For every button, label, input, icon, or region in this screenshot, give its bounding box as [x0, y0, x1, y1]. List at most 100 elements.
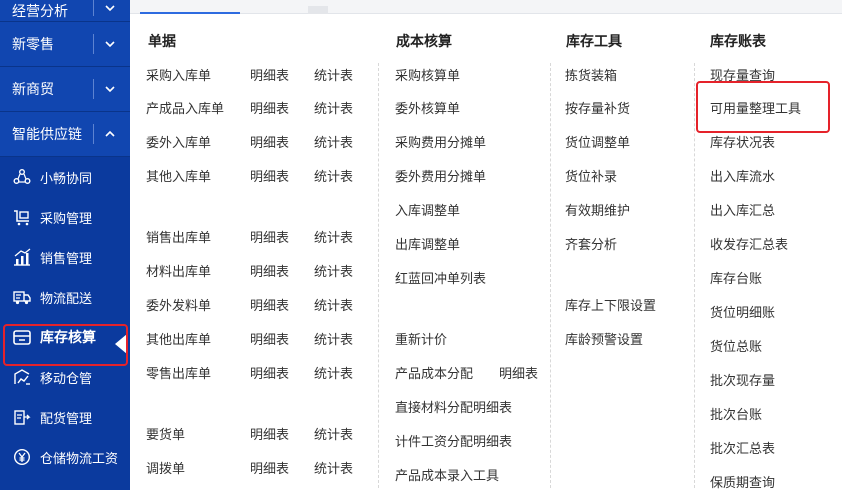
link-location-general-ledger[interactable]: 货位总账	[710, 336, 762, 355]
cart-icon	[12, 207, 32, 227]
link-transfer[interactable]: 调拨单	[146, 458, 185, 477]
link-transfer-stats[interactable]: 统计表	[314, 458, 353, 477]
link-pick-and-pack[interactable]: 拣货装箱	[565, 65, 617, 84]
link-stock-status-report[interactable]: 库存状况表	[710, 132, 775, 151]
sidebar-item-collaboration[interactable]: 小畅协同	[0, 157, 130, 197]
inventory-icon	[12, 327, 32, 347]
link-receipt-adjustment[interactable]: 入库调整单	[395, 200, 460, 219]
link-other-receipt-detail[interactable]: 明细表	[250, 166, 289, 185]
link-other-receipt[interactable]: 其他入库单	[146, 166, 211, 185]
column-header-documents: 单据	[148, 34, 176, 50]
link-requisition[interactable]: 要货单	[146, 424, 185, 443]
menu-divider	[93, 34, 94, 54]
link-direct-material-allocation[interactable]: 直接材料分配明细表	[395, 397, 512, 416]
link-issue-adjustment[interactable]: 出库调整单	[395, 234, 460, 253]
link-location-adjustment[interactable]: 货位调整单	[565, 132, 630, 151]
active-indicator-notch	[115, 334, 127, 354]
link-requisition-stats[interactable]: 统计表	[314, 424, 353, 443]
link-stock-summary[interactable]: 出入库汇总	[710, 200, 775, 219]
menu-smart-supply-chain[interactable]: 智能供应链	[0, 112, 130, 157]
link-available-qty-tool[interactable]: 可用量整理工具	[710, 98, 801, 117]
link-outsourced-receipt-stats[interactable]: 统计表	[314, 132, 353, 151]
link-shelf-life-query[interactable]: 保质期查询	[710, 472, 775, 490]
link-other-receipt-stats[interactable]: 统计表	[314, 166, 353, 185]
link-product-cost-allocation[interactable]: 产品成本分配	[395, 363, 473, 382]
link-red-blue-reversal[interactable]: 红蓝回冲单列表	[395, 268, 486, 287]
link-outsourced-receipt-detail[interactable]: 明细表	[250, 132, 289, 151]
sidebar-item-mobile-warehouse[interactable]: 移动仓管	[0, 357, 130, 397]
link-kitting-analysis[interactable]: 齐套分析	[565, 234, 617, 253]
link-retail-issue[interactable]: 零售出库单	[146, 363, 211, 382]
link-sales-issue-detail[interactable]: 明细表	[250, 227, 289, 246]
link-location-detail-ledger[interactable]: 货位明细账	[710, 302, 775, 321]
link-purchase-receipt[interactable]: 采购入库单	[146, 65, 211, 84]
link-other-issue[interactable]: 其他出库单	[146, 329, 211, 348]
link-outsourced-fee-allocation[interactable]: 委外费用分摊单	[395, 166, 486, 185]
link-material-issue-detail[interactable]: 明细表	[250, 261, 289, 280]
sidebar-item-inventory-accounting[interactable]: 库存核算	[0, 317, 130, 357]
menu-new-retail[interactable]: 新零售	[0, 22, 130, 67]
link-retail-issue-stats[interactable]: 统计表	[314, 363, 353, 382]
chevron-down-icon[interactable]	[102, 0, 118, 16]
link-outsourced-issue[interactable]: 委外发料单	[146, 295, 211, 314]
link-stock-limit-settings[interactable]: 库存上下限设置	[565, 295, 656, 314]
sidebar-item-distribution[interactable]: 配货管理	[0, 397, 130, 437]
chart-icon	[12, 247, 32, 267]
link-replenish-by-stock[interactable]: 按存量补货	[565, 98, 630, 117]
menu-new-trade[interactable]: 新商贸	[0, 67, 130, 112]
link-retail-issue-detail[interactable]: 明细表	[250, 363, 289, 382]
supply-chain-submenu: 小畅协同 采购管理 销售管理 物流配送 库存核算 移动仓管 配货管理 仓储物流工…	[0, 157, 130, 477]
sidebar-item-logistics[interactable]: 物流配送	[0, 277, 130, 317]
link-expiry-maintenance[interactable]: 有效期维护	[565, 200, 630, 219]
link-outsourced-costing[interactable]: 委外核算单	[395, 98, 460, 117]
link-piecework-wage-allocation[interactable]: 计件工资分配明细表	[395, 431, 512, 450]
distribution-icon	[12, 407, 32, 427]
link-finished-goods-receipt[interactable]: 产成品入库单	[146, 98, 224, 117]
link-material-issue-stats[interactable]: 统计表	[314, 261, 353, 280]
link-finished-goods-receipt-detail[interactable]: 明细表	[250, 98, 289, 117]
yen-icon	[12, 447, 32, 467]
chevron-down-icon[interactable]	[102, 81, 118, 97]
link-outsourced-issue-detail[interactable]: 明细表	[250, 295, 289, 314]
link-stock-age-warning[interactable]: 库龄预警设置	[565, 329, 643, 348]
chevron-down-icon[interactable]	[102, 36, 118, 52]
link-transfer-detail[interactable]: 明细表	[250, 458, 289, 477]
link-other-issue-stats[interactable]: 统计表	[314, 329, 353, 348]
link-current-stock-query[interactable]: 现存量查询	[710, 65, 775, 84]
link-location-supplement[interactable]: 货位补录	[565, 166, 617, 185]
sidebar-item-sales[interactable]: 销售管理	[0, 237, 130, 277]
link-purchase-receipt-detail[interactable]: 明细表	[250, 65, 289, 84]
link-finished-goods-receipt-stats[interactable]: 统计表	[314, 98, 353, 117]
link-purchase-costing[interactable]: 采购核算单	[395, 65, 460, 84]
link-batch-ledger[interactable]: 批次台账	[710, 404, 762, 423]
link-material-issue[interactable]: 材料出库单	[146, 261, 211, 280]
link-product-cost-entry-tool[interactable]: 产品成本录入工具	[395, 465, 499, 484]
link-requisition-detail[interactable]: 明细表	[250, 424, 289, 443]
sidebar-item-label: 仓储物流工资	[40, 451, 119, 467]
sidebar-item-label: 移动仓管	[40, 371, 93, 387]
link-stock-flow[interactable]: 出入库流水	[710, 166, 775, 185]
link-receive-issue-summary[interactable]: 收发存汇总表	[710, 234, 788, 253]
sidebar-item-label: 采购管理	[40, 211, 93, 227]
link-batch-current-stock[interactable]: 批次现存量	[710, 370, 775, 389]
link-outsourced-receipt[interactable]: 委外入库单	[146, 132, 211, 151]
link-stock-ledger[interactable]: 库存台账	[710, 268, 762, 287]
link-purchase-receipt-stats[interactable]: 统计表	[314, 65, 353, 84]
link-sales-issue-stats[interactable]: 统计表	[314, 227, 353, 246]
menu-operation-analysis[interactable]: 经营分析	[0, 0, 130, 22]
link-purchase-fee-allocation[interactable]: 采购费用分摊单	[395, 132, 486, 151]
truck-icon	[12, 287, 32, 307]
chevron-up-icon[interactable]	[102, 126, 118, 142]
sidebar-item-purchase[interactable]: 采购管理	[0, 197, 130, 237]
sidebar-item-label: 物流配送	[40, 291, 93, 307]
sidebar-item-warehouse-wages[interactable]: 仓储物流工资	[0, 437, 130, 477]
link-other-issue-detail[interactable]: 明细表	[250, 329, 289, 348]
link-batch-summary[interactable]: 批次汇总表	[710, 438, 775, 457]
link-sales-issue[interactable]: 销售出库单	[146, 227, 211, 246]
link-outsourced-issue-stats[interactable]: 统计表	[314, 295, 353, 314]
link-product-cost-allocation-detail[interactable]: 明细表	[499, 363, 538, 382]
column-header-ledger: 库存账表	[710, 34, 766, 50]
column-divider	[694, 63, 695, 488]
menu-divider	[93, 0, 94, 16]
link-revaluation[interactable]: 重新计价	[395, 329, 447, 348]
